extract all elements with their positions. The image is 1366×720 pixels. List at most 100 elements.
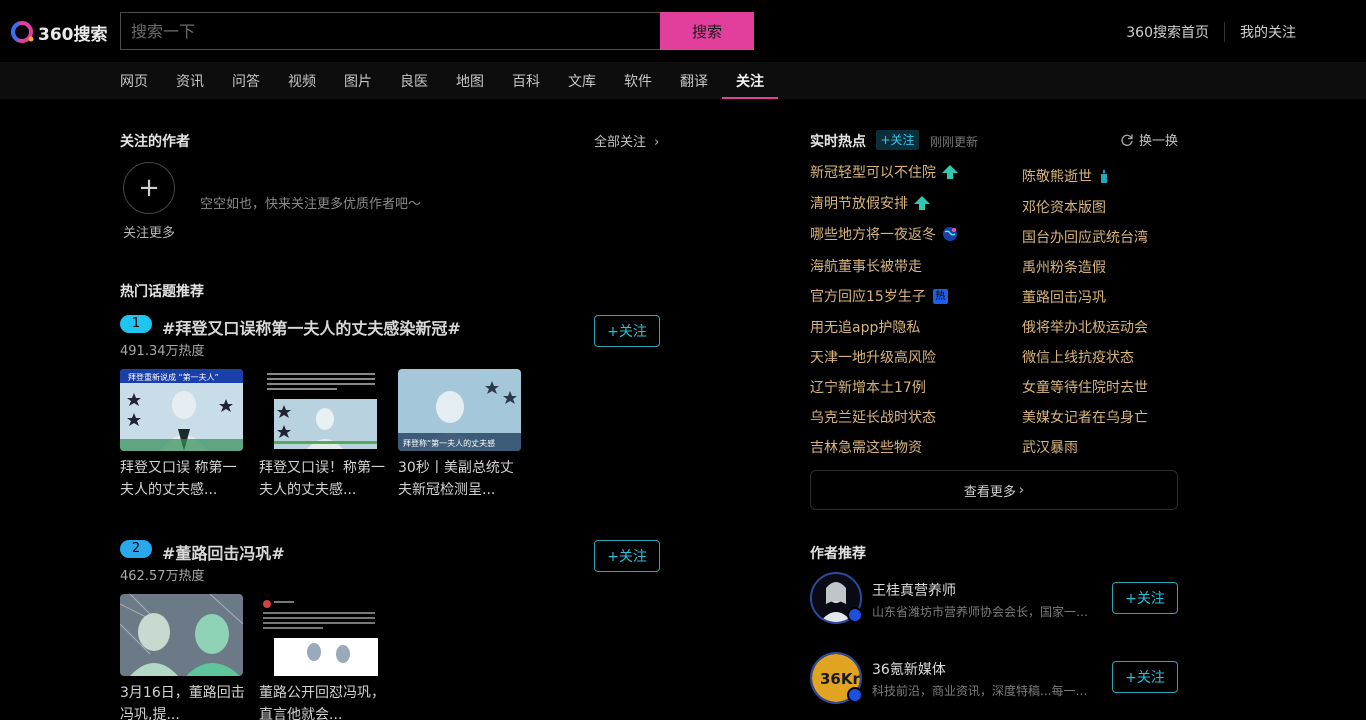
hot-item[interactable]: 哪些地方将一夜返冬 [810, 224, 958, 244]
refresh-label: 换一换 [1139, 134, 1179, 149]
topic-thumbnail[interactable]: 拜登重新说成 “第一夫人” [120, 369, 243, 451]
search-input[interactable] [120, 12, 661, 50]
hot-item[interactable]: 女童等待住院时去世 [1022, 377, 1148, 397]
hot-item-label: 国台办回应武统台湾 [1022, 230, 1148, 246]
add-follow-button[interactable]: + [123, 162, 175, 214]
rising-arrow-icon [914, 196, 930, 210]
tab-doctor[interactable]: 良医 [400, 62, 428, 99]
hot-item-label: 新冠轻型可以不住院 [810, 165, 936, 181]
home-link[interactable]: 360搜索首页 [1126, 22, 1209, 42]
hot-item-label: 禹州粉条造假 [1022, 260, 1106, 276]
hot-item[interactable]: 用无追app护隐私 [810, 317, 920, 337]
nav-tabs: 网页 资讯 问答 视频 图片 良医 地图 百科 文库 软件 翻译 关注 [120, 62, 792, 99]
hot-badge: 热 [932, 288, 948, 304]
avatar[interactable] [810, 572, 863, 624]
tab-software[interactable]: 软件 [624, 62, 652, 99]
author-name[interactable]: 36氪新媒体 [872, 659, 946, 679]
topic-rank-badge: 1 [120, 315, 152, 333]
topic-rank-badge: 2 [120, 540, 152, 558]
topic-title[interactable]: #拜登又口误称第一夫人的丈夫感染新冠# [162, 315, 461, 339]
hot-item[interactable]: 新冠轻型可以不住院 [810, 162, 958, 182]
hot-item-label: 董路回击冯巩 [1022, 290, 1106, 306]
hot-item[interactable]: 美媒女记者在乌身亡 [1022, 407, 1148, 427]
topic-thumbnail[interactable] [259, 369, 382, 451]
tab-translate[interactable]: 翻译 [680, 62, 708, 99]
tab-news[interactable]: 资讯 [176, 62, 204, 99]
hot-item[interactable]: 官方回应15岁生子 热 [810, 286, 948, 306]
candle-icon [1101, 169, 1107, 183]
tab-video[interactable]: 视频 [288, 62, 316, 99]
chevron-right-icon: › [1018, 482, 1025, 498]
thumbnail-caption[interactable]: 3月16日，董路回击冯巩,提... [120, 682, 246, 720]
tab-qa[interactable]: 问答 [232, 62, 260, 99]
search-button[interactable]: 搜索 [660, 12, 754, 50]
hot-item[interactable]: 微信上线抗疫状态 [1022, 347, 1134, 367]
hot-item[interactable]: 陈敬熊逝世 [1022, 166, 1108, 186]
plus-icon: + [138, 173, 160, 203]
hot-item[interactable]: 吉林急需这些物资 [810, 437, 922, 457]
tab-web[interactable]: 网页 [120, 62, 148, 99]
hot-item[interactable]: 清明节放假安排 [810, 193, 930, 213]
refresh-button[interactable]: 换一换 [1120, 130, 1178, 149]
hot-item[interactable]: 俄将举办北极运动会 [1022, 317, 1148, 337]
topic-thumbnail[interactable]: 拜登称“第一夫人的丈夫感 [398, 369, 521, 451]
followed-authors-title: 关注的作者 [120, 134, 190, 150]
hot-item-label: 天津一地升级高风险 [810, 350, 936, 366]
see-more-button[interactable]: 查看更多 › [810, 470, 1178, 510]
nav-bar: 网页 资讯 问答 视频 图片 良医 地图 百科 文库 软件 翻译 关注 [0, 62, 1366, 99]
all-follow-label: 全部关注 [594, 135, 647, 150]
author-description: 山东省潍坊市营养师协会会长，国家一级营养师 [872, 605, 1090, 619]
hot-item-label: 官方回应15岁生子 [810, 289, 926, 305]
thumbnail-image [120, 594, 243, 676]
chevron-right-icon: › [654, 135, 660, 150]
hot-item[interactable]: 邓伦资本版图 [1022, 197, 1106, 217]
hot-item[interactable]: 天津一地升级高风险 [810, 347, 936, 367]
hot-item[interactable]: 董路回击冯巩 [1022, 287, 1106, 307]
top-links: 360搜索首页 我的关注 [1126, 22, 1296, 42]
topic-thumbnail[interactable] [259, 594, 382, 676]
avatar[interactable]: 36Kr [810, 652, 863, 704]
topic-heat: 491.34万热度 [120, 344, 205, 359]
hot-item-label: 乌克兰延长战时状态 [810, 410, 936, 426]
avatar-logo-text: 36Kr [820, 670, 860, 688]
tab-follow[interactable]: 关注 [722, 62, 778, 99]
my-follow-link[interactable]: 我的关注 [1240, 22, 1296, 42]
thumbnail-image: 拜登称“第一夫人的丈夫感 [398, 369, 521, 451]
hot-item[interactable]: 海航董事长被带走 [810, 256, 922, 276]
all-follow-link[interactable]: 全部关注 › [594, 131, 659, 150]
verified-badge-icon [847, 607, 863, 623]
author-name[interactable]: 王桂真营养师 [872, 580, 956, 600]
topic-follow-button[interactable]: +关注 [594, 315, 660, 347]
thumbnail-caption[interactable]: 董路公开回怼冯巩，直言他就会... [259, 682, 385, 720]
tab-library[interactable]: 文库 [568, 62, 596, 99]
logo-text: 360搜索 [38, 24, 108, 45]
hot-item-label: 吉林急需这些物资 [810, 440, 922, 456]
author-recommend-title: 作者推荐 [810, 546, 866, 562]
hot-item-label: 海航董事长被带走 [810, 259, 922, 275]
thumbnail-caption[interactable]: 拜登又口误！称第一夫人的丈夫感... [259, 457, 385, 501]
hot-item[interactable]: 辽宁新增本土17例 [810, 377, 926, 397]
hot-item[interactable]: 武汉暴雨 [1022, 437, 1078, 457]
author-follow-button[interactable]: +关注 [1112, 661, 1178, 693]
hot-item-label: 清明节放假安排 [810, 196, 908, 212]
tab-map[interactable]: 地图 [456, 62, 484, 99]
tab-baike[interactable]: 百科 [512, 62, 540, 99]
follow-more-label[interactable]: 关注更多 [123, 222, 175, 241]
topic-follow-button[interactable]: +关注 [594, 540, 660, 572]
hot-item[interactable]: 乌克兰延长战时状态 [810, 407, 936, 427]
realtime-follow-button[interactable]: +关注 [876, 130, 919, 150]
see-more-label: 查看更多 [963, 484, 1016, 500]
globe-icon [943, 227, 957, 241]
hot-item[interactable]: 国台办回应武统台湾 [1022, 227, 1148, 247]
author-follow-button[interactable]: +关注 [1112, 582, 1178, 614]
topic-thumbnail[interactable] [120, 594, 243, 676]
logo[interactable]: 360搜索 [10, 19, 108, 45]
hot-item-label: 俄将举办北极运动会 [1022, 320, 1148, 336]
tab-images[interactable]: 图片 [344, 62, 372, 99]
thumbnail-caption[interactable]: 30秒丨美副总统丈夫新冠检测呈... [398, 457, 524, 501]
thumbnail-caption[interactable]: 拜登又口误 称第一夫人的丈夫感... [120, 457, 246, 501]
hot-item-label: 哪些地方将一夜返冬 [810, 227, 936, 243]
topic-heat: 462.57万热度 [120, 569, 205, 584]
hot-item[interactable]: 禹州粉条造假 [1022, 257, 1106, 277]
topic-title[interactable]: #董路回击冯巩# [162, 540, 285, 564]
